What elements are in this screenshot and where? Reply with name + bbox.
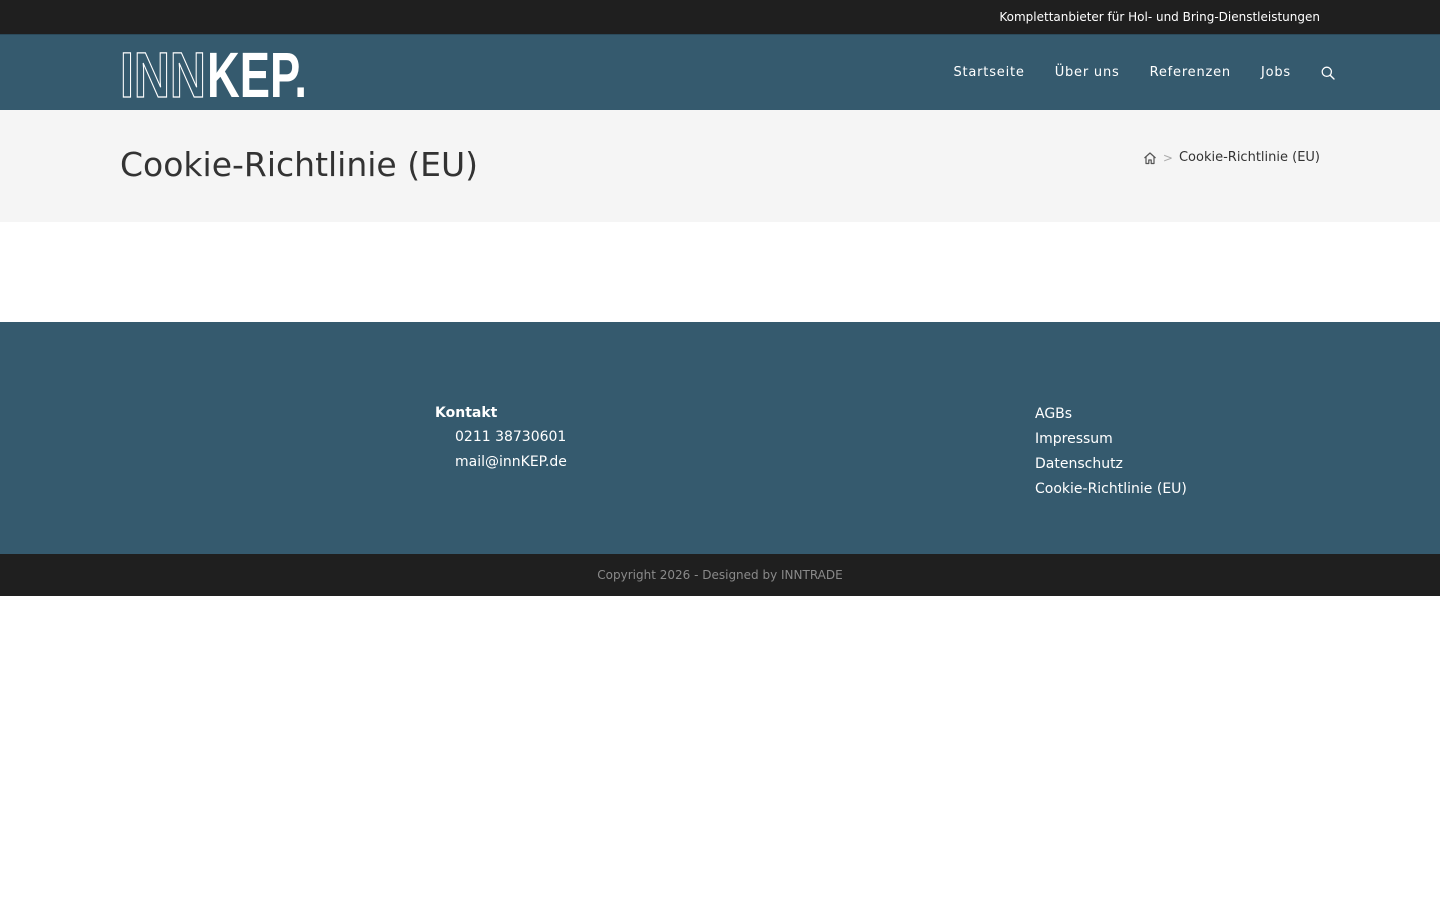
tagline: Komplettanbieter für Hol- und Bring-Dien… [999,10,1320,24]
page-title: Cookie-Richtlinie (EU) [120,145,478,184]
footer-contact: Kontakt 0211 38730601 mail@innKEP.de [435,405,567,478]
nav-item-referenzen[interactable]: Referenzen [1135,65,1246,80]
nav-item-startseite[interactable]: Startseite [938,65,1039,80]
footer-link-agbs[interactable]: AGBs [1035,405,1187,430]
footer-link-cookie-richtlinie[interactable]: Cookie-Richtlinie (EU) [1035,480,1187,505]
page-content [0,222,1440,322]
copyright-text: Copyright 2026 - Designed by INNTRADE [597,568,843,582]
top-bar: Komplettanbieter für Hol- und Bring-Dien… [0,0,1440,34]
contact-phone[interactable]: 0211 38730601 [435,428,567,453]
breadcrumb-home[interactable] [1143,151,1157,165]
breadcrumb-separator: > [1162,150,1173,165]
copyright-bar: Copyright 2026 - Designed by INNTRADE [0,554,1440,596]
logo-text-outline: INN [120,44,206,102]
nav-item-ueber-uns[interactable]: Über uns [1040,65,1135,80]
logo-text-solid: KEP. [207,44,307,102]
site-header: INN KEP. Startseite Über uns Referenzen … [0,34,1440,112]
nav-item-jobs[interactable]: Jobs [1246,65,1306,80]
contact-email[interactable]: mail@innKEP.de [435,453,567,478]
home-icon [1144,151,1156,164]
breadcrumb: > Cookie-Richtlinie (EU) [1143,150,1320,165]
footer-link-impressum[interactable]: Impressum [1035,430,1187,455]
site-logo[interactable]: INN KEP. [119,38,310,111]
page-header: Cookie-Richtlinie (EU) > Cookie-Richtlin… [0,110,1440,222]
logo-graphic: INN KEP. [119,38,307,111]
search-button[interactable] [1306,66,1335,80]
main-nav: Startseite Über uns Referenzen Jobs [938,35,1335,110]
footer-link-datenschutz[interactable]: Datenschutz [1035,455,1187,480]
search-icon [1321,66,1335,80]
footer-links: AGBs Impressum Datenschutz Cookie-Richtl… [1035,405,1187,505]
breadcrumb-current[interactable]: Cookie-Richtlinie (EU) [1179,150,1320,165]
site-footer: Kontakt 0211 38730601 mail@innKEP.de AGB… [0,322,1440,554]
contact-heading: Kontakt [435,405,498,421]
